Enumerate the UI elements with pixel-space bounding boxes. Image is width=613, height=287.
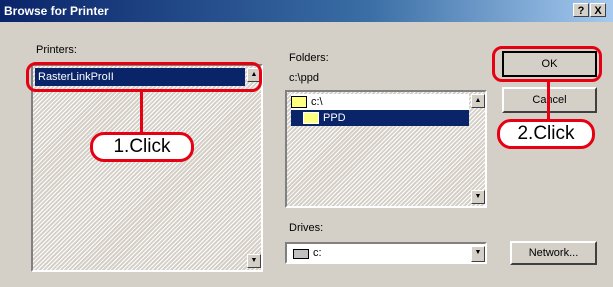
close-button[interactable]: X [590,3,606,17]
folders-label: Folders: [289,52,329,64]
folder-item-ppd[interactable]: PPD [291,110,469,126]
folder-ppd-label: PPD [323,112,346,124]
printers-label: Printers: [36,44,77,56]
help-button[interactable]: ? [573,3,589,17]
drives-select[interactable]: c: ▼ [285,242,487,264]
folder-root-label: c:\ [311,96,323,108]
drive-icon [293,249,309,259]
title-bar: Browse for Printer ? X [0,0,613,22]
callout-2-connector [547,81,550,121]
callout-1-connector [140,91,143,133]
open-folder-icon [303,112,319,125]
folders-tree[interactable]: c:\ PPD ▲ ▼ [285,90,487,208]
ok-highlight-ring [492,46,602,82]
drives-label: Drives: [289,222,324,234]
chevron-down-icon[interactable]: ▼ [471,246,485,262]
folders-path: c:\ppd [289,72,319,84]
printer-highlight-ring [26,62,262,92]
dialog-title: Browse for Printer [4,4,109,18]
callout-step-2: 2.Click [497,119,595,149]
scroll-up-icon[interactable]: ▲ [471,94,485,108]
printers-list[interactable]: RasterLinkProII ▲ ▼ [31,64,263,272]
folder-item-root[interactable]: c:\ [291,94,469,110]
scroll-down-icon[interactable]: ▼ [471,190,485,204]
scroll-down-icon[interactable]: ▼ [247,254,261,268]
network-button[interactable]: Network... [510,241,597,265]
open-folder-icon [291,96,307,109]
drives-value: c: [313,247,322,259]
callout-step-1: 1.Click [90,132,194,162]
